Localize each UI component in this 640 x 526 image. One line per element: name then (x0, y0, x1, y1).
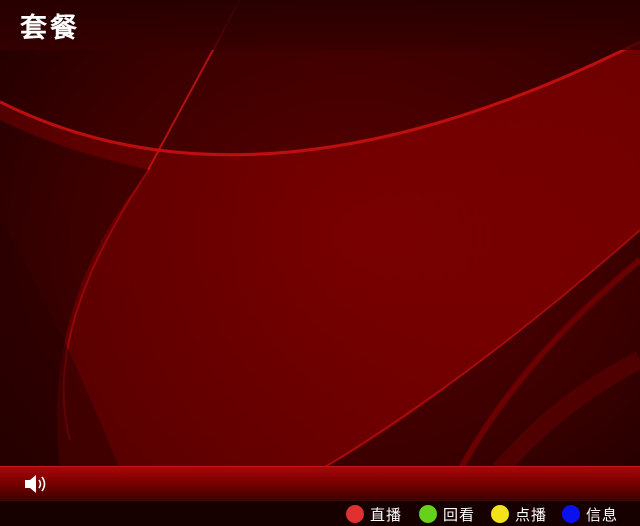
yellow-key-vod[interactable]: 点播 (491, 504, 547, 524)
red-dot-icon (346, 505, 364, 523)
red-key-live[interactable]: 直播 (346, 504, 402, 524)
title-bar: 套餐 (0, 0, 640, 50)
key-label-replay: 回看 (443, 505, 476, 524)
blue-key-info[interactable]: 信息 (562, 504, 618, 524)
blue-dot-icon (562, 505, 580, 523)
background-art (0, 0, 640, 526)
green-key-replay[interactable]: 回看 (419, 504, 475, 524)
speaker-volume-icon[interactable] (22, 471, 50, 497)
key-label-vod: 点播 (515, 505, 548, 524)
page-title: 套餐 (20, 13, 80, 44)
status-bar (0, 466, 640, 501)
key-label-live: 直播 (370, 505, 403, 524)
green-dot-icon (419, 505, 437, 523)
yellow-dot-icon (491, 505, 509, 523)
key-label-info: 信息 (586, 505, 619, 524)
tv-screen: 套餐 直播 回看 点播 信息 (0, 0, 640, 526)
color-key-bar: 直播 回看 点播 信息 (0, 500, 640, 526)
